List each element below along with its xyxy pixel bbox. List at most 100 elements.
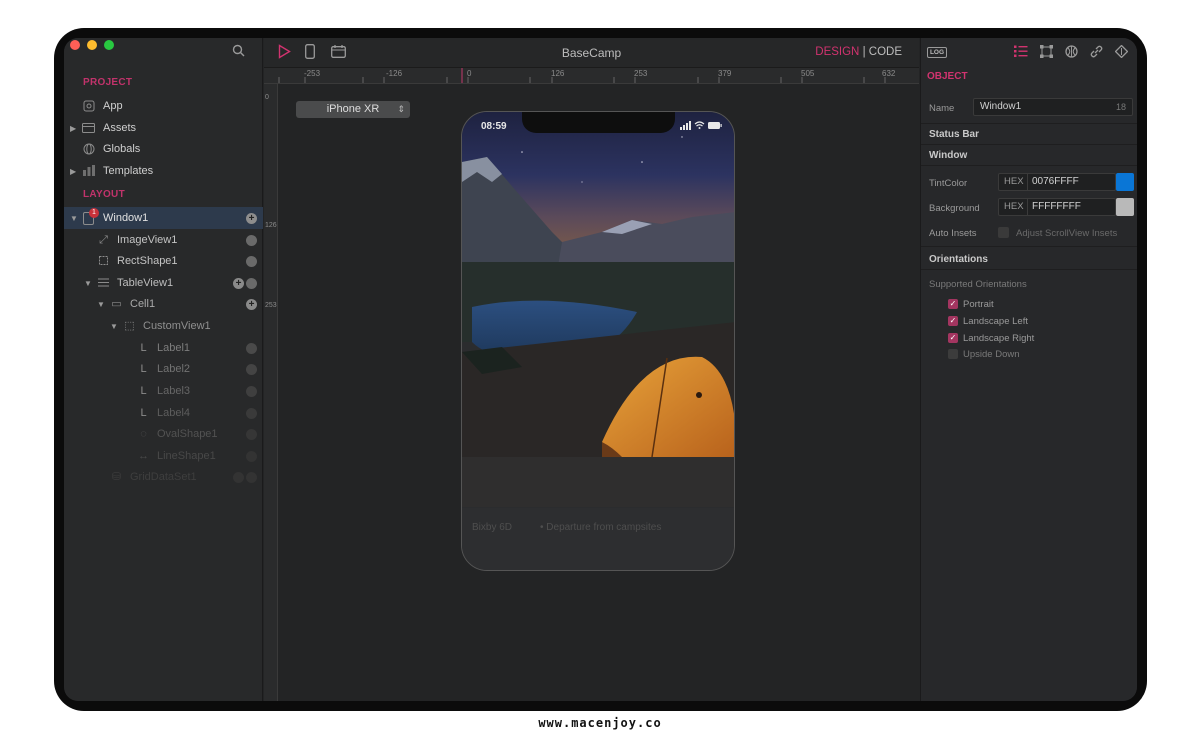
app-window: PROJECT App ▶ Assets Globals ▶ Templates…: [64, 38, 1137, 701]
layout-item-label: Label2: [157, 363, 191, 375]
add-icon[interactable]: +: [246, 298, 257, 310]
mode-switcher: DESIGN | CODE: [815, 46, 902, 58]
minimize-button[interactable]: [87, 40, 97, 50]
error-badge: 1: [89, 208, 99, 218]
background-field[interactable]: HEX FFFFFFFF: [998, 198, 1116, 216]
options-icon[interactable]: [246, 277, 257, 289]
phone-preview[interactable]: 08:59 Bixby 6D • Departure from campsite…: [461, 111, 735, 571]
options-icon[interactable]: [246, 363, 257, 375]
tint-color-swatch[interactable]: [1116, 173, 1134, 191]
sidebar-item-app[interactable]: App: [64, 95, 263, 117]
ruler-tick: 126: [265, 222, 277, 229]
sidebar-item-templates[interactable]: ▶ Templates: [64, 160, 263, 182]
close-button[interactable]: [70, 40, 80, 50]
link-icon[interactable]: [1090, 45, 1103, 61]
assets-icon: [82, 122, 95, 135]
landscape-left-checkbox[interactable]: ✓: [948, 316, 958, 326]
watermark: www.macenjoy.co: [538, 716, 662, 730]
landscape-right-checkbox[interactable]: ✓: [948, 333, 958, 343]
search-icon[interactable]: [232, 44, 246, 58]
portrait-label: Portrait: [963, 299, 994, 310]
layout-item-tableview1[interactable]: ▼ TableView1 +: [64, 272, 263, 294]
layout-item-imageview1[interactable]: ⤢ ImageView1: [64, 229, 263, 251]
ruler-tick: 505: [801, 69, 815, 78]
options-icon[interactable]: [246, 428, 257, 440]
layout-item-customview1[interactable]: ▼ ⬚ CustomView1: [64, 315, 263, 337]
add-icon[interactable]: +: [246, 212, 257, 224]
options-icon[interactable]: [246, 450, 257, 462]
layout-heading: LAYOUT: [83, 189, 125, 200]
layout-item-ovalshape1[interactable]: ◌ OvalShape1: [64, 423, 263, 445]
chevron-down-icon[interactable]: ▼: [110, 322, 118, 331]
shield-icon[interactable]: [1065, 45, 1078, 61]
tint-color-value: 0076FFFF: [1032, 176, 1079, 187]
rect-shape-icon: [97, 255, 110, 268]
device-selector[interactable]: iPhone XR ⇕: [296, 101, 410, 118]
design-canvas[interactable]: iPhone XR ⇕ 08:59 Bixby 6D • Departure f…: [279, 85, 919, 701]
chevron-right-icon[interactable]: ▶: [70, 124, 76, 133]
background-swatch[interactable]: [1116, 198, 1134, 216]
adjust-insets-checkbox[interactable]: [998, 227, 1009, 238]
ruler-tick: -253: [304, 69, 321, 78]
app-icon: [82, 100, 95, 113]
campsite-image: [462, 112, 734, 507]
divider: [921, 165, 1137, 166]
hex-label: HEX: [1004, 176, 1024, 187]
layout-item-label1[interactable]: L Label1: [64, 337, 263, 359]
layout-item-label: Label1: [157, 342, 191, 354]
design-mode-button[interactable]: DESIGN: [815, 46, 859, 58]
name-field[interactable]: Window1 18: [973, 98, 1133, 116]
window-controls: [70, 40, 114, 50]
portrait-checkbox[interactable]: ✓: [948, 299, 958, 309]
upside-down-label: Upside Down: [963, 349, 1020, 360]
divider: [921, 269, 1137, 270]
code-diamond-icon[interactable]: [1114, 44, 1129, 61]
layout-item-cell1[interactable]: ▼ ▭ Cell1 +: [64, 293, 263, 315]
name-char-count: 18: [1115, 102, 1126, 112]
phone-notch: [522, 112, 675, 133]
layout-item-label3[interactable]: L Label3: [64, 380, 263, 402]
sidebar-item-label: Assets: [103, 122, 137, 134]
options-icon[interactable]: [246, 342, 257, 354]
options-icon[interactable]: [246, 407, 257, 419]
add-icon[interactable]: +: [233, 277, 244, 289]
sidebar-item-label: Globals: [103, 143, 141, 155]
layout-item-label4[interactable]: L Label4: [64, 402, 263, 424]
templates-icon: [82, 164, 95, 178]
options-icon[interactable]: [246, 234, 257, 246]
layout-item-griddataset1[interactable]: ⛁ GridDataSet1: [64, 466, 263, 488]
label-icon: L: [140, 341, 147, 354]
sidebar-item-assets[interactable]: ▶ Assets: [64, 117, 263, 139]
layout-item-window1[interactable]: ▼ 1 Window1 +: [64, 207, 263, 229]
add-icon[interactable]: [233, 471, 244, 483]
chevron-down-icon[interactable]: ▼: [97, 300, 105, 309]
upside-down-checkbox[interactable]: [948, 349, 958, 359]
code-mode-button[interactable]: CODE: [869, 46, 902, 58]
background-label: Background: [929, 203, 980, 214]
sidebar-item-label: Templates: [103, 165, 154, 177]
custom-view-icon: ⬚: [124, 319, 135, 332]
log-button[interactable]: LOG: [927, 47, 947, 58]
ruler-tick: -126: [386, 69, 403, 78]
dataset-icon: ⛁: [111, 470, 122, 483]
zoom-button[interactable]: [104, 40, 114, 50]
ruler-tick: 0: [265, 94, 269, 101]
label-icon: L: [140, 384, 147, 397]
sidebar-item-globals[interactable]: Globals: [64, 138, 263, 160]
chevron-down-icon[interactable]: ▼: [70, 214, 78, 223]
options-icon[interactable]: [246, 255, 257, 267]
tint-color-field[interactable]: HEX 0076FFFF: [998, 173, 1116, 191]
layout-item-label: TableView1: [117, 277, 174, 289]
frame-icon[interactable]: [1040, 45, 1053, 61]
chevron-down-icon[interactable]: ▼: [84, 279, 92, 288]
oval-shape-icon: ◌: [140, 427, 147, 440]
list-icon[interactable]: [1014, 45, 1028, 61]
layout-item-lineshape1[interactable]: ↔ LineShape1: [64, 445, 263, 467]
layout-item-rectshape1[interactable]: RectShape1: [64, 250, 263, 272]
status-bar-heading[interactable]: Status Bar: [929, 129, 979, 140]
list-row-subtitle: • Departure from campsites: [540, 522, 662, 533]
options-icon[interactable]: [246, 471, 257, 483]
options-icon[interactable]: [246, 385, 257, 397]
layout-item-label2[interactable]: L Label2: [64, 358, 263, 380]
chevron-right-icon[interactable]: ▶: [70, 167, 76, 176]
